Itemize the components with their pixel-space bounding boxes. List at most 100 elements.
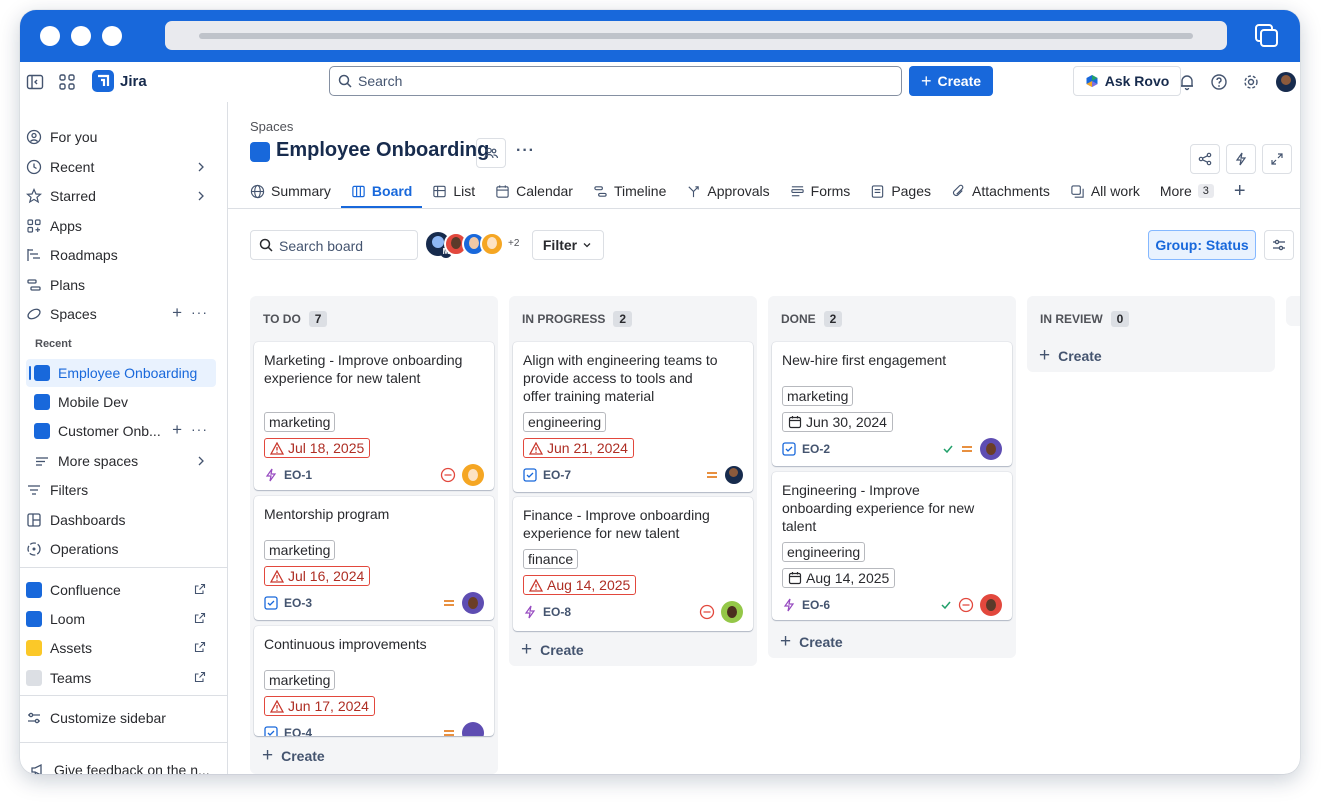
avatar[interactable]	[480, 232, 504, 256]
more-actions-icon[interactable]: ···	[191, 304, 208, 320]
sidebar-item-employee-onboarding[interactable]: Employee Onboarding	[26, 359, 216, 387]
share-button[interactable]	[1190, 144, 1220, 174]
assignee-avatar[interactable]	[725, 466, 743, 484]
sidebar-item-dashboards[interactable]: Dashboards	[24, 507, 216, 533]
sidebar-item-plans[interactable]: Plans	[24, 272, 216, 298]
card-label[interactable]: marketing	[264, 412, 336, 432]
tab-summary[interactable]: Summary	[250, 176, 341, 206]
card-label[interactable]: marketing	[264, 670, 336, 690]
card-label[interactable]: marketing	[782, 386, 854, 406]
tab-all-work[interactable]: All work	[1060, 176, 1150, 206]
issue-key[interactable]: EO-4	[284, 726, 312, 736]
column-header[interactable]: TO DO 7	[263, 311, 328, 327]
sidebar-item-roadmaps[interactable]: Roadmaps	[24, 242, 216, 268]
sidebar-item-spaces[interactable]: Spaces + ···	[24, 301, 216, 327]
filter-button[interactable]: Filter	[532, 230, 604, 260]
sidebar-item-mobile-dev[interactable]: Mobile Dev	[24, 389, 216, 415]
card-label[interactable]: finance	[523, 549, 579, 569]
create-issue-button[interactable]: + Create	[1039, 346, 1102, 365]
window-maximize-dot[interactable]	[102, 26, 122, 46]
issue-card-eo-6[interactable]: Engineering - Improve onboarding experie…	[772, 472, 1012, 620]
issue-card-eo-1[interactable]: Marketing - Improve onboarding experienc…	[254, 342, 494, 490]
more-actions-icon[interactable]: ···	[516, 142, 535, 160]
app-switcher-icon[interactable]	[58, 73, 76, 91]
issue-card-eo-2[interactable]: New-hire first engagement marketing Jun …	[772, 342, 1012, 466]
sidebar-item-customize[interactable]: Customize sidebar	[24, 705, 216, 731]
sidebar-item-teams[interactable]: Teams	[24, 665, 216, 691]
help-icon[interactable]	[1210, 73, 1228, 91]
add-plus-icon[interactable]: +	[172, 420, 182, 440]
window-minimize-dot[interactable]	[71, 26, 91, 46]
sidebar-item-loom[interactable]: Loom	[24, 606, 216, 632]
issue-key[interactable]: EO-1	[284, 468, 312, 482]
issue-key[interactable]: EO-7	[543, 468, 571, 482]
column-header[interactable]: DONE 2	[781, 311, 843, 327]
ask-rovo-button[interactable]: Ask Rovo	[1073, 66, 1181, 96]
app-name[interactable]: Jira	[120, 73, 147, 90]
tab-pages[interactable]: Pages	[860, 176, 941, 206]
column-header[interactable]: IN REVIEW 0	[1040, 311, 1130, 327]
automation-button[interactable]	[1226, 144, 1256, 174]
tab-more[interactable]: More 3	[1150, 176, 1224, 206]
sidebar-item-starred[interactable]: Starred	[24, 183, 216, 209]
more-actions-icon[interactable]: ···	[191, 421, 208, 437]
issue-key[interactable]: EO-2	[802, 442, 830, 456]
search-board-input[interactable]: Search board	[250, 230, 418, 260]
user-avatar[interactable]	[1276, 72, 1296, 92]
team-button[interactable]	[476, 138, 506, 168]
settings-gear-icon[interactable]	[1242, 73, 1260, 91]
sidebar-item-apps[interactable]: Apps	[24, 213, 216, 239]
tab-calendar[interactable]: Calendar	[485, 176, 583, 206]
issue-card-eo-3[interactable]: Mentorship program marketing Jul 16, 202…	[254, 496, 494, 620]
card-label[interactable]: engineering	[523, 412, 607, 432]
sidebar-item-filters[interactable]: Filters	[24, 477, 216, 503]
create-button[interactable]: + Create	[909, 66, 993, 96]
add-space-plus-icon[interactable]: +	[172, 303, 182, 323]
group-by-button[interactable]: Group: Status	[1148, 230, 1256, 260]
sidebar-item-customer-onboarding[interactable]: Customer Onb... + ···	[24, 418, 216, 444]
tab-timeline[interactable]: Timeline	[583, 176, 676, 206]
sidebar-item-more-spaces[interactable]: More spaces	[24, 448, 216, 474]
tab-board[interactable]: Board	[340, 176, 423, 208]
give-feedback-link[interactable]: Give feedback on the n...	[28, 757, 220, 774]
assignee-avatar[interactable]	[462, 722, 484, 736]
issue-key[interactable]: EO-6	[802, 598, 830, 612]
card-label[interactable]: marketing	[264, 540, 336, 560]
breadcrumb[interactable]: Spaces	[250, 119, 293, 134]
more-avatars-count[interactable]: +2	[508, 238, 519, 256]
view-settings-button[interactable]	[1264, 230, 1294, 260]
address-bar[interactable]	[165, 21, 1227, 50]
tabs-overview-icon[interactable]	[1254, 23, 1280, 49]
sidebar-item-assets[interactable]: Assets	[24, 635, 216, 661]
card-label[interactable]: engineering	[782, 542, 866, 562]
add-tab-button[interactable]: +	[1224, 176, 1256, 206]
notifications-bell-icon[interactable]	[1178, 73, 1196, 91]
assignee-avatar[interactable]	[980, 594, 1002, 616]
assignee-avatar[interactable]	[721, 601, 743, 623]
global-search-input[interactable]: Search	[329, 66, 902, 96]
sidebar-item-operations[interactable]: Operations	[24, 536, 216, 562]
tab-approvals[interactable]: Approvals	[676, 176, 779, 206]
assignee-avatar[interactable]	[462, 592, 484, 614]
tab-forms[interactable]: Forms	[780, 176, 861, 206]
sidebar-item-recent[interactable]: Recent	[24, 154, 216, 180]
issue-key[interactable]: EO-3	[284, 596, 312, 610]
window-close-dot[interactable]	[40, 26, 60, 46]
issue-card-eo-4[interactable]: Continuous improvements marketing Jun 17…	[254, 626, 494, 736]
create-issue-button[interactable]: + Create	[780, 632, 843, 651]
jira-logo-icon[interactable]	[92, 70, 114, 92]
assignee-avatar[interactable]	[980, 438, 1002, 460]
sidebar-item-for-you[interactable]: For you	[24, 124, 216, 150]
collapse-sidebar-icon[interactable]	[26, 73, 44, 91]
assignee-avatar[interactable]	[462, 464, 484, 486]
column-header[interactable]: IN PROGRESS 2	[522, 311, 633, 327]
create-issue-button[interactable]: + Create	[521, 640, 584, 659]
add-column-button[interactable]	[1286, 296, 1300, 326]
issue-key[interactable]: EO-8	[543, 605, 571, 619]
create-issue-button[interactable]: + Create	[262, 746, 325, 765]
fullscreen-button[interactable]	[1262, 144, 1292, 174]
issue-card-eo-8[interactable]: Finance - Improve onboarding experience …	[513, 497, 753, 631]
sidebar-item-confluence[interactable]: Confluence	[24, 577, 216, 603]
tab-list[interactable]: List	[422, 176, 485, 206]
tab-attachments[interactable]: Attachments	[941, 176, 1060, 206]
